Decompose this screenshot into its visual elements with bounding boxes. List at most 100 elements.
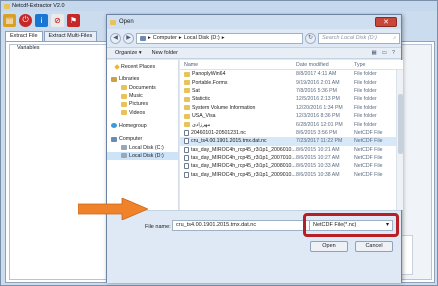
file-row[interactable]: System Volume Information 12/20/2016 1:34… bbox=[180, 104, 403, 112]
file-row[interactable]: USA_Visa 12/3/2016 8:36 PM File folder bbox=[180, 112, 403, 120]
file-row[interactable]: tas_day_MIROC4h_rcp45_r3i1p1_2009010... 8… bbox=[180, 171, 403, 179]
tab-extract-multi-files[interactable]: Extract Multi-Files bbox=[43, 31, 98, 41]
file-name-label: File name: bbox=[145, 224, 171, 230]
nav-local-disk-c[interactable]: Local Disk (C:) bbox=[107, 143, 178, 151]
nav-recent-places[interactable]: Recent Places bbox=[107, 63, 178, 71]
info-icon[interactable]: i bbox=[35, 13, 48, 27]
folder-icon bbox=[184, 105, 190, 111]
chevron-right-icon: ▸ bbox=[148, 35, 151, 41]
file-name-text: Sat bbox=[192, 87, 200, 94]
search-placeholder: Search Local Disk (D:) bbox=[322, 35, 378, 41]
file-name-field[interactable]: cru_ts4.00.1901.2015.tmx.dat.nc bbox=[172, 220, 314, 231]
file-row[interactable]: PanoplyWin64 8/8/2017 4:11 AM File folder bbox=[180, 70, 403, 78]
file-date: 12/3/2016 8:36 PM bbox=[296, 113, 340, 120]
search-input[interactable]: Search Local Disk (D:) ⌕ bbox=[318, 32, 400, 44]
nav-pictures[interactable]: Pictures bbox=[107, 100, 178, 108]
file-row[interactable]: cru_ts4.00.1901.2015.tmx.dat.nc 7/23/2017… bbox=[180, 137, 403, 146]
file-date: 7/8/2016 5:36 PM bbox=[296, 87, 337, 94]
file-date: 8/6/2015 10:21 AM bbox=[296, 146, 340, 153]
column-date[interactable]: Date modified bbox=[296, 62, 354, 68]
nav-computer[interactable]: Computer bbox=[107, 135, 178, 143]
computer-icon bbox=[140, 35, 146, 41]
scrollbar-thumb[interactable] bbox=[398, 94, 403, 154]
file-date: 7/23/2017 11:22 PM bbox=[296, 138, 343, 145]
open-folder-icon[interactable]: ▤ bbox=[3, 13, 16, 27]
breadcrumb-local-disk[interactable]: Local Disk (D:) bbox=[184, 35, 220, 41]
file-row[interactable]: Sat 7/8/2016 5:36 PM File folder bbox=[180, 87, 403, 95]
file-name: PanoplyWin64 bbox=[180, 71, 296, 77]
pointer-arrow-icon bbox=[78, 198, 148, 220]
dialog-title: Open bbox=[119, 19, 134, 25]
nav-documents[interactable]: Documents bbox=[107, 84, 178, 92]
file-date: 8/6/2015 10:27 AM bbox=[296, 155, 340, 162]
refresh-icon[interactable]: ↻ bbox=[305, 32, 316, 44]
forward-arrow-icon[interactable]: ▶ bbox=[123, 32, 134, 44]
stop-icon[interactable]: ⊘ bbox=[51, 13, 64, 27]
help-icon[interactable]: ? bbox=[392, 50, 395, 56]
netcdf-file-icon bbox=[184, 129, 189, 136]
file-row[interactable]: tas_day_MIROC4h_rcp45_r3i1p1_2006010... 8… bbox=[180, 146, 403, 154]
app-icon bbox=[4, 3, 10, 9]
file-row[interactable]: Statictic 12/5/2016 2:13 PM File folder bbox=[180, 95, 403, 103]
file-row[interactable]: Portable.Forms 9/19/2016 2:01 AM File fold… bbox=[180, 78, 403, 86]
nav-videos[interactable]: Videos bbox=[107, 108, 178, 116]
folder-icon bbox=[184, 122, 190, 128]
nav-local-disk-d[interactable]: Local Disk (D:) bbox=[107, 151, 178, 160]
file-date: 12/20/2016 1:34 PM bbox=[296, 104, 343, 111]
file-name-text: tas_day_MIROC4h_rcp45_r3i1p1_2007010... bbox=[191, 155, 296, 162]
netcdf-file-icon bbox=[184, 155, 189, 162]
file-name-text: مهرزادی bbox=[192, 121, 211, 128]
file-row[interactable]: 20460101-20501231.nc 8/6/2015 3:56 PM NetC… bbox=[180, 129, 403, 137]
file-name-text: tas_day_MIROC4h_rcp45_r3i1p1_2009010... bbox=[191, 171, 296, 178]
open-dialog: Open ✕ ◀ ▶ ▸ Computer ▸ Local Disk (D:) … bbox=[106, 14, 403, 283]
chevron-right-icon: ▸ bbox=[221, 35, 225, 41]
nav-libraries[interactable]: Libraries bbox=[107, 75, 178, 83]
file-name-text: 20460101-20501231.nc bbox=[191, 129, 246, 136]
dialog-footer: File name: cru_ts4.00.1901.2015.tmx.dat.… bbox=[107, 210, 401, 283]
nav-homegroup[interactable]: Homegroup bbox=[107, 122, 178, 130]
organize-button[interactable]: Organize ▾ bbox=[115, 50, 142, 56]
close-button[interactable]: ✕ bbox=[375, 17, 397, 27]
app-toolbar: ▤ ⏻ i ⊘ ⚑ bbox=[3, 12, 80, 28]
nav-label: Computer bbox=[119, 136, 143, 143]
flag-icon[interactable]: ⚑ bbox=[67, 13, 80, 27]
nav-label: Videos bbox=[129, 109, 146, 116]
file-row[interactable]: tas_day_MIROC4h_rcp45_r3i1p1_2008010... 8… bbox=[180, 162, 403, 170]
file-row[interactable]: مهرزادی 6/28/2016 12:01 PM File folder bbox=[180, 120, 403, 128]
preview-pane-icon[interactable]: ▭ bbox=[382, 50, 387, 56]
file-date: 8/8/2017 4:11 AM bbox=[296, 71, 337, 78]
address-bar[interactable]: ▸ Computer ▸ Local Disk (D:) ▸ bbox=[136, 32, 303, 44]
column-name[interactable]: Name bbox=[180, 62, 296, 68]
vertical-scrollbar[interactable] bbox=[396, 70, 403, 210]
cancel-button[interactable]: Cancel bbox=[355, 241, 393, 252]
nav-music[interactable]: Music bbox=[107, 92, 178, 100]
file-name-text: tas_day_MIROC4h_rcp45_r3i1p1_2008010... bbox=[191, 163, 296, 170]
folder-icon bbox=[121, 110, 127, 116]
folder-icon bbox=[184, 80, 190, 86]
file-name: Statictic bbox=[180, 96, 296, 102]
view-options-icon[interactable]: ▦ bbox=[372, 50, 377, 56]
nav-label: Homegroup bbox=[119, 122, 147, 129]
folder-icon bbox=[121, 101, 127, 107]
nav-label: Music bbox=[129, 93, 143, 100]
dialog-titlebar: Open bbox=[107, 15, 401, 29]
back-arrow-icon[interactable]: ◀ bbox=[110, 32, 121, 44]
variables-label: Variables bbox=[16, 45, 41, 51]
breadcrumb-computer[interactable]: Computer bbox=[153, 35, 177, 41]
column-type[interactable]: Type bbox=[354, 62, 403, 68]
file-row[interactable]: tas_day_MIROC4h_rcp45_r3i1p1_2007010... 8… bbox=[180, 154, 403, 162]
homegroup-icon bbox=[111, 123, 117, 129]
file-name: مهرزادی bbox=[180, 122, 296, 128]
file-date: 8/6/2015 10:38 AM bbox=[296, 171, 340, 178]
highlight-box bbox=[303, 213, 399, 237]
new-folder-button[interactable]: New folder bbox=[152, 50, 178, 56]
file-list: Name Date modified Type PanoplyWin64 8/8/… bbox=[180, 60, 403, 210]
app-titlebar: Netcdf-Extractor V2.0 bbox=[1, 1, 437, 11]
nav-label: Pictures bbox=[129, 101, 149, 108]
power-icon[interactable]: ⏻ bbox=[19, 13, 32, 27]
file-rows: PanoplyWin64 8/8/2017 4:11 AM File folder P… bbox=[180, 70, 403, 179]
open-button[interactable]: Open bbox=[310, 241, 348, 252]
variables-box bbox=[9, 44, 107, 280]
tab-extract-file[interactable]: Extract File bbox=[5, 31, 43, 41]
file-name-text: System Volume Information bbox=[192, 104, 256, 111]
